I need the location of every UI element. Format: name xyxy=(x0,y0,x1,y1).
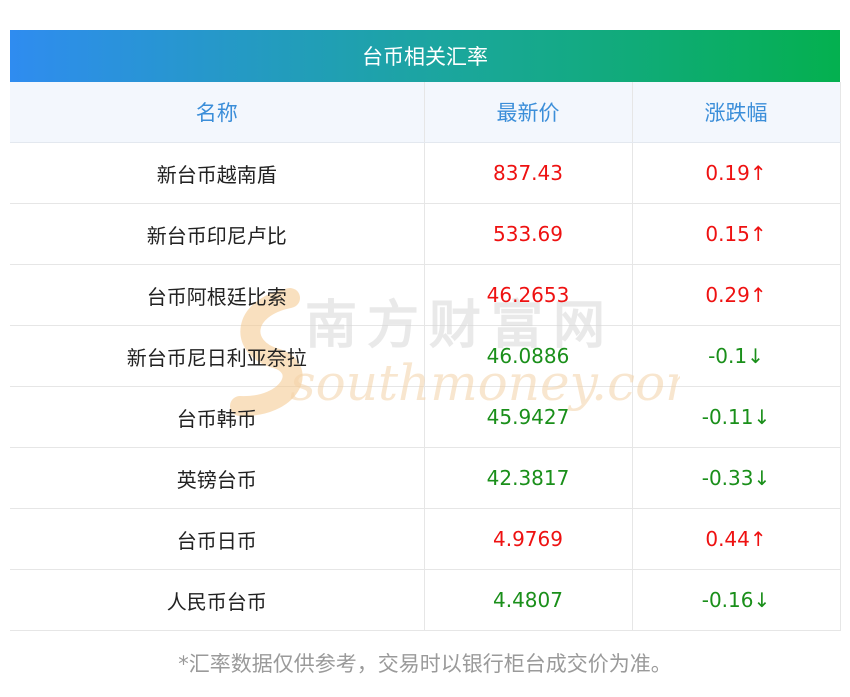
change-value: -0.1 xyxy=(708,344,748,368)
arrow-up-icon: ↑ xyxy=(749,161,767,185)
currency-pair-name[interactable]: 英镑台币 xyxy=(10,447,424,509)
arrow-down-icon: ↓ xyxy=(747,344,764,368)
currency-pair-name[interactable]: 新台币越南盾 xyxy=(10,142,424,204)
table-row: 台币日币 4.9769 0.44↑ xyxy=(10,508,841,570)
table-row: 新台币尼日利亚奈拉 46.0886 -0.1↓ xyxy=(10,325,841,387)
change-percent: 0.29↑ xyxy=(631,264,841,326)
arrow-up-icon: ↑ xyxy=(749,222,767,246)
header-name: 名称 xyxy=(10,82,424,143)
table-row: 台币阿根廷比索 46.2653 0.29↑ xyxy=(10,264,841,326)
change-percent: -0.11↓ xyxy=(631,386,841,448)
table-header-row: 名称 最新价 涨跌幅 xyxy=(10,82,841,143)
latest-price: 42.3817 xyxy=(423,447,632,509)
change-percent: -0.33↓ xyxy=(631,447,841,509)
arrow-up-icon: ↑ xyxy=(749,283,767,307)
exchange-rate-card: 台币相关汇率 南方财富网 southmoney.com 名称 最新价 涨跌幅 新… xyxy=(0,0,850,697)
rate-table: 名称 最新价 涨跌幅 新台币越南盾 837.43 0.19↑ 新台币印尼卢比 533.6… xyxy=(10,82,841,631)
change-percent: 0.44↑ xyxy=(631,508,841,570)
arrow-down-icon: ↓ xyxy=(753,466,771,490)
change-percent: -0.1↓ xyxy=(631,325,841,387)
change-value: 0.29 xyxy=(705,283,750,307)
change-percent: 0.19↑ xyxy=(631,142,841,204)
table-row: 人民币台币 4.4807 -0.16↓ xyxy=(10,569,841,631)
change-value: 0.44 xyxy=(705,527,750,551)
change-percent: 0.15↑ xyxy=(631,203,841,265)
latest-price: 533.69 xyxy=(423,203,632,265)
currency-pair-name[interactable]: 台币韩币 xyxy=(10,386,424,448)
arrow-down-icon: ↓ xyxy=(753,405,771,429)
header-change: 涨跌幅 xyxy=(631,82,841,143)
change-percent: -0.16↓ xyxy=(631,569,841,631)
arrow-down-icon: ↓ xyxy=(753,588,771,612)
change-value: -0.16 xyxy=(701,588,754,612)
table-title: 台币相关汇率 xyxy=(10,30,840,82)
latest-price: 46.0886 xyxy=(423,325,632,387)
latest-price: 4.4807 xyxy=(423,569,632,631)
table-row: 新台币越南盾 837.43 0.19↑ xyxy=(10,142,841,204)
change-value: 0.19 xyxy=(705,161,750,185)
table-row: 台币韩币 45.9427 -0.11↓ xyxy=(10,386,841,448)
change-value: -0.11 xyxy=(701,405,754,429)
table-row: 英镑台币 42.3817 -0.33↓ xyxy=(10,447,841,509)
latest-price: 4.9769 xyxy=(423,508,632,570)
header-price: 最新价 xyxy=(423,82,632,143)
latest-price: 46.2653 xyxy=(423,264,632,326)
table-row: 新台币印尼卢比 533.69 0.15↑ xyxy=(10,203,841,265)
latest-price: 837.43 xyxy=(423,142,632,204)
currency-pair-name[interactable]: 台币阿根廷比索 xyxy=(10,264,424,326)
change-value: 0.15 xyxy=(705,222,750,246)
latest-price: 45.9427 xyxy=(423,386,632,448)
table-title-text: 台币相关汇率 xyxy=(362,45,488,69)
disclaimer-footnote: *汇率数据仅供参考，交易时以银行柜台成交价为准。 xyxy=(178,652,672,676)
change-value: -0.33 xyxy=(701,466,754,490)
currency-pair-name[interactable]: 台币日币 xyxy=(10,508,424,570)
currency-pair-name[interactable]: 新台币尼日利亚奈拉 xyxy=(10,325,424,387)
arrow-up-icon: ↑ xyxy=(749,527,767,551)
currency-pair-name[interactable]: 新台币印尼卢比 xyxy=(10,203,424,265)
currency-pair-name[interactable]: 人民币台币 xyxy=(10,569,424,631)
